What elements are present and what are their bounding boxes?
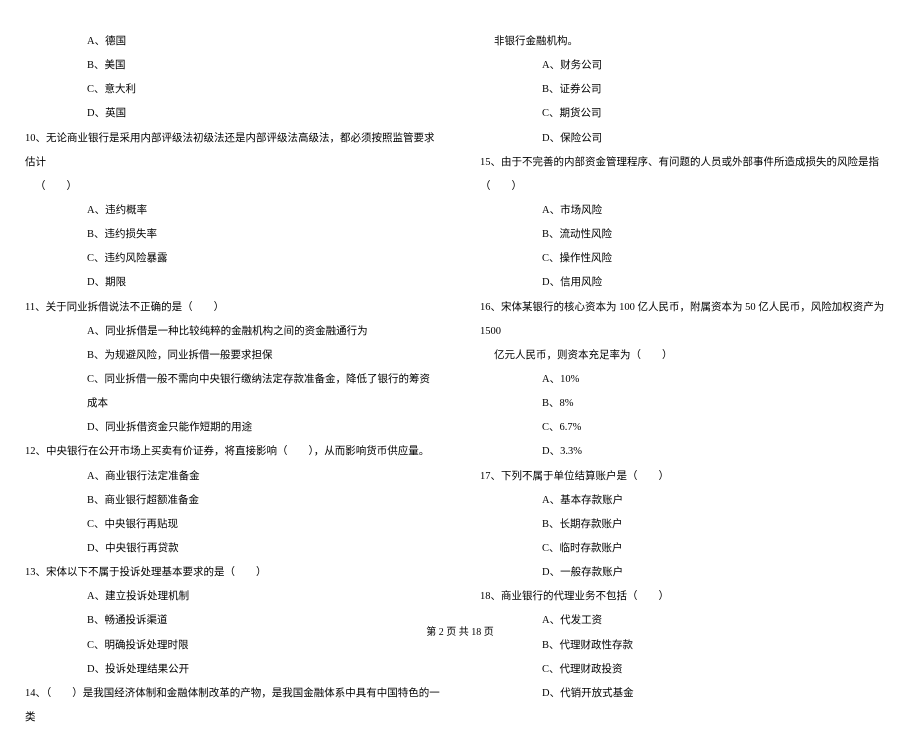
q11-option-b: B、为规避风险，同业拆借一般要求担保 [25, 344, 440, 368]
q10-stem: 10、无论商业银行是采用内部评级法初级法还是内部评级法高级法，都必须按照监管要求… [25, 127, 440, 175]
page-footer: 第 2 页 共 18 页 [0, 623, 920, 638]
q16-stem: 16、宋体某银行的核心资本为 100 亿人民币，附属资本为 50 亿人民币，风险… [480, 296, 895, 344]
q11-option-d: D、同业拆借资金只能作短期的用途 [25, 416, 440, 440]
q12-option-b: B、商业银行超额准备金 [25, 489, 440, 513]
q10-option-c: C、违约风险暴露 [25, 247, 440, 271]
q18-option-d: D、代销开放式基金 [480, 682, 895, 706]
q14-option-c: C、期货公司 [480, 102, 895, 126]
q13-option-d: D、投诉处理结果公开 [25, 658, 440, 682]
q12-option-a: A、商业银行法定准备金 [25, 465, 440, 489]
q10-option-b: B、违约损失率 [25, 223, 440, 247]
q9-option-d: D、英国 [25, 102, 440, 126]
q15-option-a: A、市场风险 [480, 199, 895, 223]
q16-option-b: B、8% [480, 392, 895, 416]
page-container: A、德国 B、美国 C、意大利 D、英国 10、无论商业银行是采用内部评级法初级… [25, 30, 895, 595]
q16-stem2: 亿元人民币，则资本充足率为（ ） [480, 344, 895, 368]
q9-option-c: C、意大利 [25, 78, 440, 102]
q18-option-c: C、代理财政投资 [480, 658, 895, 682]
q16-option-c: C、6.7% [480, 416, 895, 440]
q16-option-a: A、10% [480, 368, 895, 392]
q11-option-a: A、同业拆借是一种比较纯粹的金融机构之间的资金融通行为 [25, 320, 440, 344]
q15-option-d: D、信用风险 [480, 271, 895, 295]
q17-option-d: D、一般存款账户 [480, 561, 895, 585]
q15-stem: 15、由于不完善的内部资金管理程序、有问题的人员或外部事件所造成损失的风险是指（… [480, 151, 895, 199]
q17-option-c: C、临时存款账户 [480, 537, 895, 561]
q17-option-a: A、基本存款账户 [480, 489, 895, 513]
q12-option-c: C、中央银行再贴现 [25, 513, 440, 537]
q17-stem: 17、下列不属于单位结算账户是（ ） [480, 465, 895, 489]
q12-stem: 12、中央银行在公开市场上买卖有价证券，将直接影响（ ），从而影响货币供应量。 [25, 440, 440, 464]
q9-option-b: B、美国 [25, 54, 440, 78]
q13-stem: 13、宋体以下不属于投诉处理基本要求的是（ ） [25, 561, 440, 585]
q11-option-c: C、同业拆借一般不需向中央银行缴纳法定存款准备金，降低了银行的筹资成本 [25, 368, 440, 416]
q14-option-b: B、证券公司 [480, 78, 895, 102]
q14-continuation: 非银行金融机构。 [480, 30, 895, 54]
q13-option-a: A、建立投诉处理机制 [25, 585, 440, 609]
q9-option-a: A、德国 [25, 30, 440, 54]
right-column: 非银行金融机构。 A、财务公司 B、证券公司 C、期货公司 D、保险公司 15、… [480, 30, 895, 595]
q10-option-a: A、违约概率 [25, 199, 440, 223]
q10-stem2: （ ） [25, 175, 440, 199]
q14-option-d: D、保险公司 [480, 127, 895, 151]
q14-stem: 14、（ ）是我国经济体制和金融体制改革的产物，是我国金融体系中具有中国特色的一… [25, 682, 440, 730]
q15-option-b: B、流动性风险 [480, 223, 895, 247]
q12-option-d: D、中央银行再贷款 [25, 537, 440, 561]
q15-option-c: C、操作性风险 [480, 247, 895, 271]
q17-option-b: B、长期存款账户 [480, 513, 895, 537]
left-column: A、德国 B、美国 C、意大利 D、英国 10、无论商业银行是采用内部评级法初级… [25, 30, 440, 595]
q11-stem: 11、关于同业拆借说法不正确的是（ ） [25, 296, 440, 320]
q10-option-d: D、期限 [25, 271, 440, 295]
q16-option-d: D、3.3% [480, 440, 895, 464]
q18-stem: 18、商业银行的代理业务不包括（ ） [480, 585, 895, 609]
q14-option-a: A、财务公司 [480, 54, 895, 78]
